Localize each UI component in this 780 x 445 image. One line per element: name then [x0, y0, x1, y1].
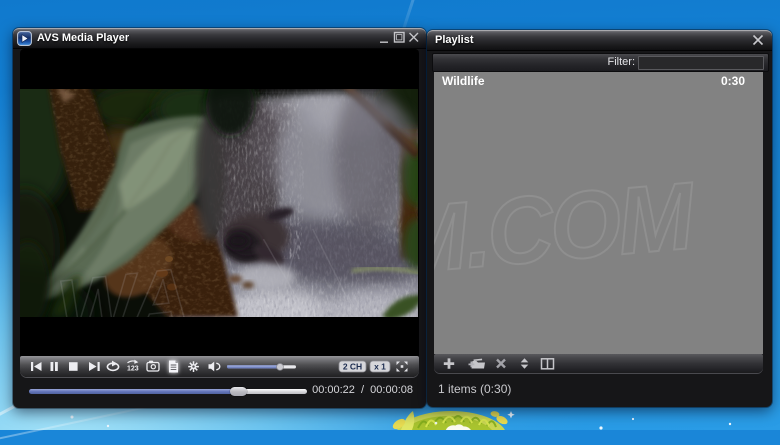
svg-text:2 CH: 2 CH	[343, 361, 362, 371]
svg-text:123: 123	[127, 366, 139, 373]
svg-text:x 1: x 1	[374, 361, 386, 371]
